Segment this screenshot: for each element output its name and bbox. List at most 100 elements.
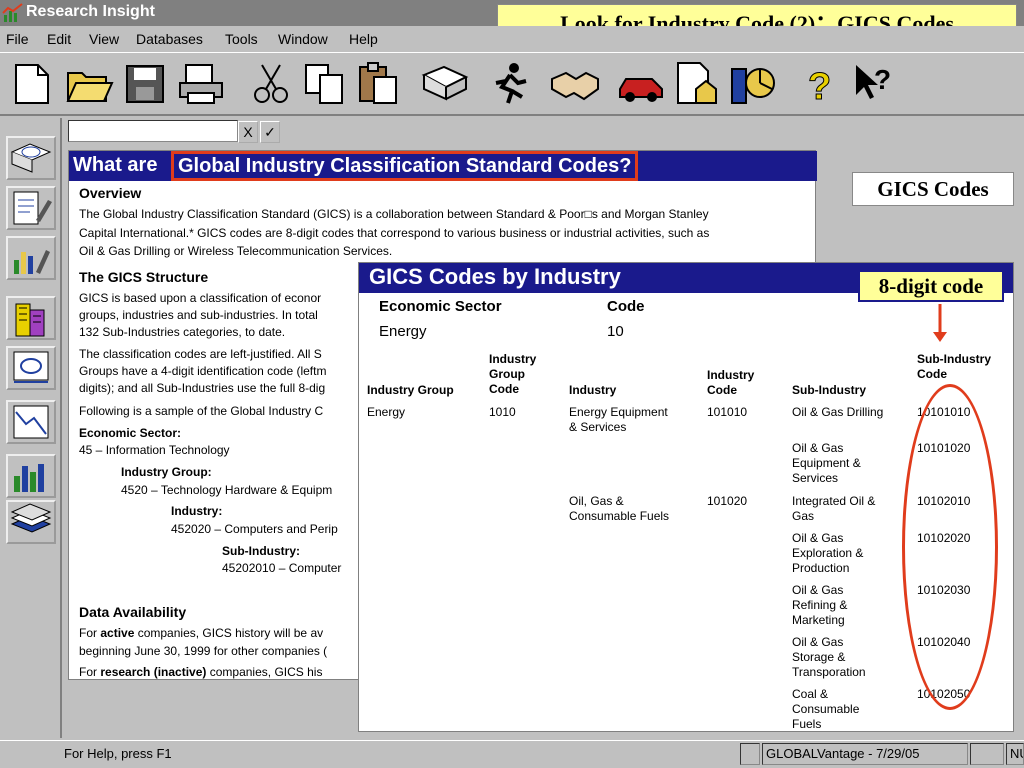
book-icon[interactable]	[420, 59, 470, 109]
col-header-industry-group-code: Industry Group Code	[489, 352, 537, 396]
status-bar: For Help, press F1 GLOBALVantage - 7/29/…	[0, 740, 1024, 768]
overview-line: Oil & Gas Drilling or Wireless Telecommu…	[79, 244, 393, 258]
menu-bar: File Edit View Databases Tools Window He…	[0, 26, 1024, 52]
formula-bar: X ✓	[68, 120, 828, 146]
arrow-down-icon	[930, 304, 950, 344]
paste-clipboard-icon[interactable]	[354, 59, 404, 109]
sub-industry-code-cell: 10102010	[917, 494, 971, 508]
save-disk-icon[interactable]	[120, 59, 170, 109]
bar-chart-icon[interactable]	[6, 454, 56, 498]
fli-book-icon[interactable]	[6, 136, 56, 180]
classification-line: The classification codes are left-justif…	[79, 347, 322, 361]
industry-group-code-cell: 1010	[489, 405, 516, 419]
car-icon[interactable]	[616, 59, 666, 109]
col-header-sub-industry-code: Sub-Industry Code	[917, 352, 991, 381]
structure-title: The GICS Structure	[79, 269, 209, 285]
context-help-icon[interactable]: ?	[850, 59, 900, 109]
sub-industry-code-cell: 10102030	[917, 583, 971, 597]
sub-industry-cell: Oil & Gas Refining & Marketing	[792, 583, 848, 627]
availability-title: Data Availability	[79, 604, 187, 620]
col-header-industry-group: Industry Group	[367, 383, 454, 397]
sub-industry-code-cell: 10102040	[917, 635, 971, 649]
menu-file[interactable]: File	[6, 31, 29, 47]
runner-icon[interactable]	[484, 59, 534, 109]
industry-label: Industry:	[171, 504, 223, 518]
doc-heading-prefix: What are	[73, 154, 158, 176]
open-folder-icon[interactable]	[64, 59, 114, 109]
help-question-icon[interactable]: ?	[794, 59, 844, 109]
toolbar: ? ?	[0, 52, 1024, 116]
cancel-button[interactable]: X	[238, 121, 258, 143]
callout-8-digit-code: 8-digit code	[858, 270, 1004, 302]
copy-icon[interactable]	[300, 59, 350, 109]
chart-book-icon[interactable]	[728, 59, 778, 109]
overview-line: Capital International.* GICS codes are 8…	[79, 226, 710, 240]
sector-header: Economic Sector	[379, 298, 502, 315]
status-help-text: For Help, press F1	[64, 746, 172, 761]
research-insight-logo-icon	[2, 3, 24, 23]
left-toolbar	[0, 118, 62, 738]
sample-line: Following is a sample of the Global Indu…	[79, 404, 324, 418]
new-document-icon[interactable]	[6, 59, 56, 109]
menu-tools[interactable]: Tools	[225, 31, 258, 47]
sub-industry-cell: Oil & Gas Drilling	[792, 405, 884, 419]
econ-sector-label: Economic Sector:	[79, 426, 182, 440]
sub-industry-label: Sub-Industry:	[222, 544, 300, 558]
availability-line: For research (inactive) companies, GICS …	[79, 665, 323, 679]
industry-cell: Energy Equipment & Services	[569, 405, 668, 434]
col-header-sub-industry: Sub-Industry	[792, 383, 866, 397]
availability-line: For active companies, GICS history will …	[79, 626, 324, 640]
sub-industry-value: 45202010 – Computer	[222, 561, 342, 575]
doc-heading-highlight: Global Industry Classification Standard …	[171, 151, 639, 181]
code-header: Code	[607, 298, 645, 315]
sub-industry-code-cell: 10101010	[917, 405, 971, 419]
sub-industry-code-cell: 10102020	[917, 531, 971, 545]
industry-group-value: 4520 – Technology Hardware & Equipm	[121, 483, 333, 497]
overview-title: Overview	[79, 185, 142, 201]
bar-chart-pen-icon[interactable]	[6, 236, 56, 280]
menu-edit[interactable]: Edit	[47, 31, 71, 47]
industry-cell: Oil, Gas & Consumable Fuels	[569, 494, 670, 523]
menu-window[interactable]: Window	[278, 31, 328, 47]
industry-group-cell: Energy	[367, 405, 406, 419]
menu-help[interactable]: Help	[349, 31, 378, 47]
svg-text:?: ?	[808, 66, 831, 108]
industry-code-cell: 101010	[707, 405, 748, 419]
menu-databases[interactable]: Databases	[136, 31, 203, 47]
structure-line: 132 Sub-Industries categories, to date.	[79, 325, 286, 339]
sub-industry-cell: Integrated Oil & Gas	[792, 494, 876, 523]
status-numlock: NU	[1006, 743, 1024, 765]
gics-codes-panel: GICS Codes by Industry Economic Sector C…	[358, 262, 1014, 732]
stacked-cards-icon[interactable]	[6, 500, 56, 544]
sub-industry-cell: Oil & Gas Equipment & Services	[792, 441, 861, 485]
industry-group-label: Industry Group:	[121, 465, 212, 479]
menu-view[interactable]: View	[89, 31, 119, 47]
sub-industry-cell: Coal & Consumable Fuels	[792, 687, 860, 731]
sector-code: 10	[607, 323, 624, 340]
sub-industry-cell: Oil & Gas Exploration & Production	[792, 531, 864, 575]
document-pen-icon[interactable]	[6, 186, 56, 230]
report-house-icon[interactable]	[672, 59, 722, 109]
building-icon[interactable]	[6, 296, 56, 340]
sub-industry-code-cell: 10101020	[917, 441, 971, 455]
cut-scissors-icon[interactable]	[246, 59, 296, 109]
app-title: Research Insight	[26, 3, 155, 20]
callout-gics-codes: GICS Codes	[852, 172, 1014, 206]
status-cell	[970, 743, 1004, 765]
confirm-button[interactable]: ✓	[260, 121, 280, 143]
industry-code-cell: 101020	[707, 494, 748, 508]
classification-line: digits); and all Sub-Industries use the …	[79, 381, 326, 395]
sub-industry-code-cell: 10102050	[917, 687, 971, 701]
print-icon[interactable]	[176, 59, 226, 109]
handshake-icon[interactable]	[550, 59, 600, 109]
formula-input[interactable]	[68, 120, 238, 142]
status-cell	[740, 743, 760, 765]
classification-line: Groups have a 4-digit identification cod…	[79, 364, 327, 378]
industry-value: 452020 – Computers and Perip	[171, 522, 338, 536]
line-chart-doc-icon[interactable]	[6, 400, 56, 444]
fli-card-icon[interactable]	[6, 346, 56, 390]
status-database-date: GLOBALVantage - 7/29/05	[762, 743, 968, 765]
availability-line: beginning June 30, 1999 for other compan…	[79, 644, 328, 658]
sub-industry-cell: Oil & Gas Storage & Transporation	[792, 635, 866, 679]
econ-sector-value: 45 – Information Technology	[79, 443, 230, 457]
